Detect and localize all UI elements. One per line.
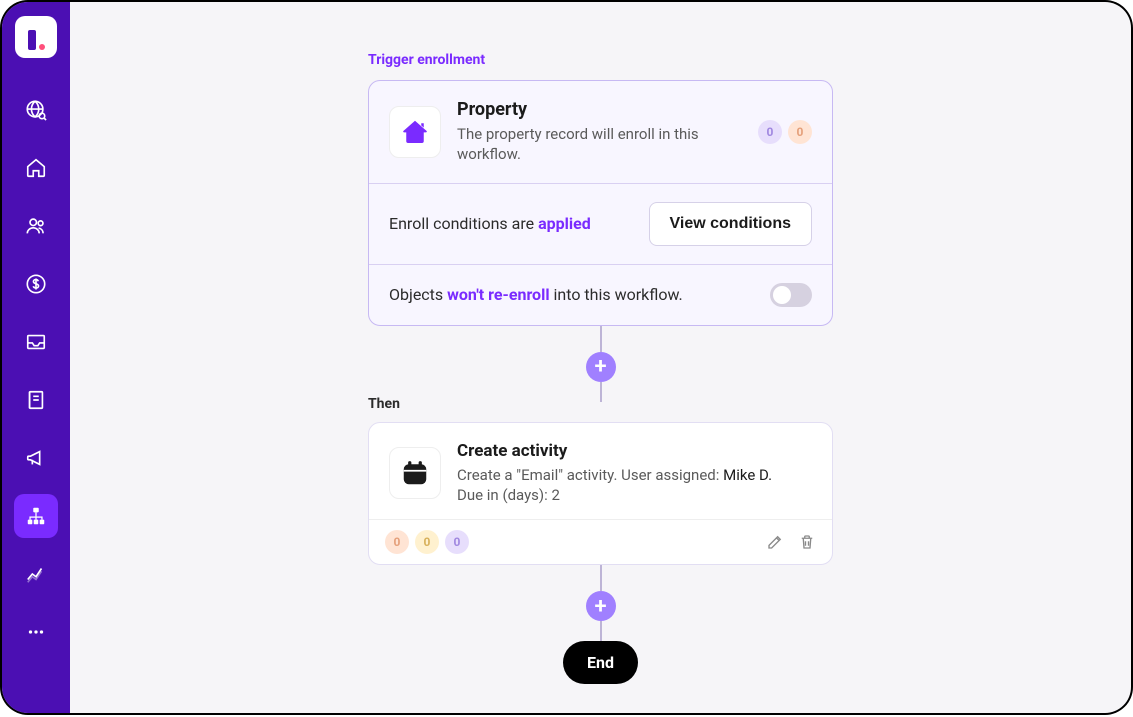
edit-icon[interactable] <box>766 533 784 551</box>
connector-2: + <box>586 565 616 641</box>
property-icon-box <box>389 106 441 158</box>
conditions-prefix: Enroll conditions are <box>389 214 538 233</box>
action-badge-2: 0 <box>415 530 439 554</box>
nav-more[interactable] <box>14 610 58 654</box>
trigger-badges: 0 0 <box>758 120 812 144</box>
action-desc: Create a "Email" activity. User assigned… <box>457 465 812 506</box>
trigger-subtitle: The property record will enroll in this … <box>457 124 758 165</box>
nav-people[interactable] <box>14 204 58 248</box>
activity-icon-box <box>389 447 441 499</box>
workflow-icon <box>25 505 47 527</box>
calendar-icon <box>400 458 430 488</box>
action-body: Create activity Create a "Email" activit… <box>457 441 812 506</box>
globe-icon <box>25 99 47 121</box>
view-conditions-button[interactable]: View conditions <box>649 202 813 246</box>
more-icon <box>25 621 47 643</box>
reenroll-toggle[interactable] <box>770 283 812 307</box>
trigger-card[interactable]: Property The property record will enroll… <box>368 80 833 326</box>
action-desc-prefix: Create a "Email" activity. User assigned… <box>457 466 723 484</box>
reenroll-suffix: into this workflow. <box>550 285 683 304</box>
trigger-badge-1: 0 <box>758 120 782 144</box>
connector-line <box>600 326 602 352</box>
conditions-accent: applied <box>538 214 591 233</box>
nav-book[interactable] <box>14 378 58 422</box>
property-icon <box>400 117 430 147</box>
dollar-icon <box>25 273 47 295</box>
reenroll-row: Objects won't re-enroll into this workfl… <box>369 264 832 325</box>
nav-chart[interactable] <box>14 552 58 596</box>
action-badge-1: 0 <box>385 530 409 554</box>
workflow-canvas: Trigger enrollment Property The property… <box>70 2 1131 713</box>
action-footer: 0 0 0 <box>369 519 832 564</box>
action-title: Create activity <box>457 441 812 461</box>
trigger-body: Property The property record will enroll… <box>457 99 758 165</box>
trigger-title: Property <box>457 99 758 120</box>
add-step-button-1[interactable]: + <box>586 352 616 382</box>
action-header-row: Create activity Create a "Email" activit… <box>369 423 832 520</box>
nav-inbox[interactable] <box>14 320 58 364</box>
reenroll-text: Objects won't re-enroll into this workfl… <box>389 285 770 304</box>
trigger-header-row: Property The property record will enroll… <box>369 81 832 183</box>
flow-column: Trigger enrollment Property The property… <box>368 52 833 713</box>
conditions-text: Enroll conditions are applied <box>389 214 649 233</box>
action-footer-icons <box>766 533 816 551</box>
people-icon <box>25 215 47 237</box>
nav-megaphone[interactable] <box>14 436 58 480</box>
app-logo <box>15 16 57 58</box>
reenroll-accent: won't re-enroll <box>447 285 549 304</box>
reenroll-prefix: Objects <box>389 285 447 304</box>
connector-line <box>600 621 602 641</box>
action-badges: 0 0 0 <box>385 530 469 554</box>
nav-home[interactable] <box>14 146 58 190</box>
inbox-icon <box>25 331 47 353</box>
sidebar <box>2 2 70 713</box>
action-desc-user: Mike D. <box>723 466 772 484</box>
nav-globe[interactable] <box>14 88 58 132</box>
trigger-section-label: Trigger enrollment <box>368 52 485 68</box>
nav-dollar[interactable] <box>14 262 58 306</box>
action-card[interactable]: Create activity Create a "Email" activit… <box>368 422 833 566</box>
trigger-badge-2: 0 <box>788 120 812 144</box>
delete-icon[interactable] <box>798 533 816 551</box>
connector-line <box>600 382 602 402</box>
add-step-button-2[interactable]: + <box>586 591 616 621</box>
nav-workflow[interactable] <box>14 494 58 538</box>
home-icon <box>25 157 47 179</box>
end-node: End <box>563 641 638 684</box>
connector-1: + <box>586 326 616 402</box>
megaphone-icon <box>25 447 47 469</box>
conditions-row: Enroll conditions are applied View condi… <box>369 183 832 264</box>
connector-line <box>600 565 602 591</box>
action-desc-line2: Due in (days): 2 <box>457 486 560 504</box>
app-frame: Trigger enrollment Property The property… <box>2 2 1131 713</box>
book-icon <box>25 389 47 411</box>
then-section-label: Then <box>368 396 400 412</box>
chart-icon <box>25 563 47 585</box>
action-badge-3: 0 <box>445 530 469 554</box>
